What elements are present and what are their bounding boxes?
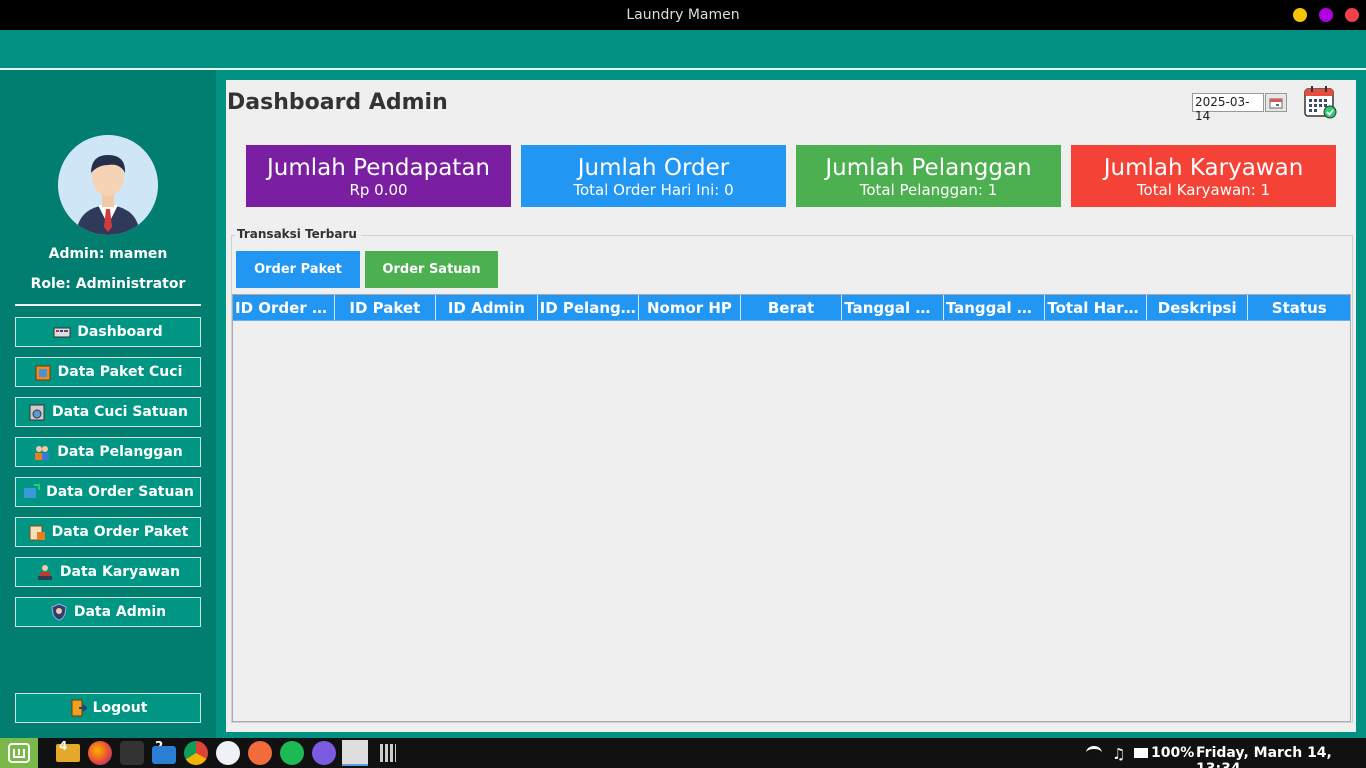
date-picker-button[interactable] — [1265, 93, 1287, 112]
card-title: Jumlah Karyawan — [1103, 155, 1304, 181]
keyboard-icon — [53, 323, 71, 341]
maximize-button[interactable] — [1319, 8, 1333, 22]
avatar — [58, 135, 158, 235]
window-title: Laundry Mamen — [626, 7, 740, 23]
clipboard-icon — [28, 523, 46, 541]
logout-label: Logout — [92, 700, 148, 716]
sidebar: Admin: mamen Role: Administrator Dashboa… — [0, 70, 216, 738]
employee-card: Jumlah Karyawan Total Karyawan: 1 — [1071, 145, 1336, 207]
mint-logo-icon — [8, 743, 30, 763]
calendar-check-icon — [1303, 85, 1337, 119]
column-header[interactable]: Deskripsi — [1147, 295, 1249, 320]
sidebar-item-data-cuci-satuan[interactable]: Data Cuci Satuan — [15, 397, 201, 427]
sidebar-item-label: Data Cuci Satuan — [52, 404, 188, 420]
wave-app-icon[interactable] — [312, 741, 336, 765]
card-subtitle: Total Pelanggan: 1 — [859, 181, 998, 199]
sidebar-item-data-paket-cuci[interactable]: Data Paket Cuci — [15, 357, 201, 387]
music-icon[interactable]: ♫ — [1112, 745, 1125, 763]
battery-percent: 100% — [1151, 745, 1195, 761]
customers-icon — [33, 443, 51, 461]
column-header[interactable]: Tanggal K... — [944, 295, 1046, 320]
hacker-app-icon[interactable] — [120, 741, 144, 765]
chrome-icon[interactable] — [184, 741, 208, 765]
column-header[interactable]: Tanggal O... — [842, 295, 944, 320]
battery-icon[interactable] — [1134, 748, 1148, 758]
sidebar-item-data-pelanggan[interactable]: Data Pelanggan — [15, 437, 201, 467]
card-subtitle: Rp 0.00 — [349, 181, 408, 199]
column-header[interactable]: Total Harga — [1045, 295, 1147, 320]
order-satuan-button[interactable]: Order Satuan — [365, 251, 498, 288]
card-title: Jumlah Pelanggan — [825, 155, 1032, 181]
sidebar-divider — [15, 304, 201, 306]
column-header[interactable]: ID Order P... — [233, 295, 335, 320]
app-store-icon[interactable] — [216, 741, 240, 765]
wifi-icon[interactable] — [1086, 746, 1102, 760]
washer-icon — [28, 403, 46, 421]
column-header[interactable]: ID Paket — [335, 295, 437, 320]
column-header[interactable]: Berat — [741, 295, 843, 320]
close-button[interactable] — [1345, 8, 1359, 22]
sidebar-item-label: Data Admin — [73, 604, 167, 620]
card-title: Jumlah Order — [577, 155, 730, 181]
app-header-bar — [0, 30, 1366, 68]
logout-door-icon — [69, 699, 87, 717]
column-header[interactable]: ID Pelang... — [538, 295, 640, 320]
group-label: Transaksi Terbaru — [235, 227, 361, 241]
sidebar-item-label: Data Karyawan — [59, 564, 181, 580]
column-header[interactable]: Status — [1248, 295, 1350, 320]
spotify-icon[interactable] — [280, 741, 304, 765]
sidebar-item-label: Data Paket Cuci — [57, 364, 183, 380]
dashboard-panel: Dashboard Admin 2025-03-14 Jumlah Pendap… — [226, 80, 1356, 732]
window-titlebar: Laundry Mamen — [0, 0, 1366, 30]
clock[interactable]: Friday, March 14, 13:34 — [1196, 745, 1366, 768]
transactions-table[interactable]: ID Order P... ID Paket ID Admin ID Pelan… — [232, 294, 1351, 722]
recent-transactions-group: Transaksi Terbaru Order Paket Order Satu… — [231, 227, 1353, 723]
admin-role: Role: Administrator — [30, 276, 186, 292]
employee-icon — [36, 563, 54, 581]
taskbar: 4 2 ♫ 100% Friday, March 14, 13:34 — [0, 738, 1366, 768]
code-editor-icon[interactable] — [152, 746, 176, 764]
calendar-small-icon — [1269, 98, 1283, 108]
table-header: ID Order P... ID Paket ID Admin ID Pelan… — [233, 295, 1350, 321]
order-icon — [22, 483, 41, 501]
income-card: Jumlah Pendapatan Rp 0.00 — [246, 145, 511, 207]
postman-icon[interactable] — [248, 741, 272, 765]
order-paket-button[interactable]: Order Paket — [236, 251, 360, 288]
firefox-icon[interactable] — [88, 741, 112, 765]
sidebar-item-label: Dashboard — [77, 324, 163, 340]
sidebar-item-data-karyawan[interactable]: Data Karyawan — [15, 557, 201, 587]
package-icon — [34, 363, 52, 381]
column-header[interactable]: ID Admin — [436, 295, 538, 320]
logout-button[interactable]: Logout — [15, 693, 201, 723]
card-title: Jumlah Pendapatan — [267, 155, 490, 181]
java-app-taskbar-icon[interactable] — [342, 740, 368, 766]
system-monitor-icon[interactable] — [380, 744, 396, 762]
user-avatar-icon — [58, 135, 158, 235]
sidebar-item-label: Data Order Paket — [51, 524, 189, 540]
menu-button[interactable] — [0, 738, 38, 768]
sidebar-item-data-order-satuan[interactable]: Data Order Satuan — [15, 477, 201, 507]
sidebar-item-label: Data Order Satuan — [46, 484, 194, 500]
minimize-button[interactable] — [1293, 8, 1307, 22]
admin-shield-icon — [50, 603, 68, 621]
date-input[interactable]: 2025-03-14 — [1192, 93, 1264, 123]
sidebar-item-dashboard[interactable]: Dashboard — [15, 317, 201, 347]
order-card: Jumlah Order Total Order Hari Ini: 0 — [521, 145, 786, 207]
admin-name: Admin: mamen — [48, 246, 168, 262]
card-subtitle: Total Karyawan: 1 — [1136, 181, 1271, 199]
column-header[interactable]: Nomor HP — [639, 295, 741, 320]
workspace-badge: 4 — [59, 739, 68, 753]
customer-card: Jumlah Pelanggan Total Pelanggan: 1 — [796, 145, 1061, 207]
page-title: Dashboard Admin — [227, 90, 448, 115]
sidebar-item-data-admin[interactable]: Data Admin — [15, 597, 201, 627]
sidebar-item-data-order-paket[interactable]: Data Order Paket — [15, 517, 201, 547]
card-subtitle: Total Order Hari Ini: 0 — [573, 181, 734, 199]
sidebar-item-label: Data Pelanggan — [57, 444, 183, 460]
